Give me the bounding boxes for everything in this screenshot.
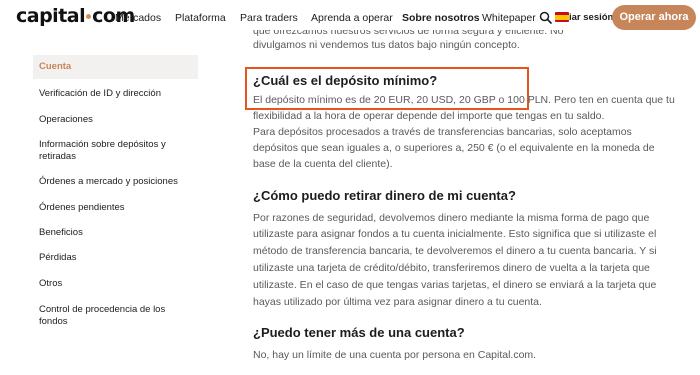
question-mas-de-una-cuenta: ¿Puedo tener más de una cuenta? xyxy=(253,325,465,340)
operar-ahora-button[interactable]: Operar ahora xyxy=(612,5,696,30)
withdraw-line-1: Por razones de seguridad, devolvemos din… xyxy=(253,212,650,224)
sidebar-item-perdidas[interactable]: Pérdidas xyxy=(33,252,83,264)
answer-line-1-rest: Pero ten en cuenta que tu xyxy=(551,94,675,106)
sidebar-item-ordenes-pendientes[interactable]: Órdenes pendientes xyxy=(33,202,131,214)
logo-dot xyxy=(86,14,92,19)
sidebar-item-otros[interactable]: Otros xyxy=(33,278,68,290)
minimum-deposit-highlight: El depósito mínimo es de 20 EUR, 20 USD,… xyxy=(253,94,552,106)
login-link[interactable]: iar sesión xyxy=(569,12,613,23)
sidebar-item-operaciones[interactable]: Operaciones xyxy=(33,114,99,126)
withdraw-line-2: utilizaste para asignar fondos a tu cuen… xyxy=(253,228,657,240)
withdraw-line-6: hayas utilizado por última vez para asig… xyxy=(253,296,542,308)
nav-whitepaper[interactable]: Whitepaper xyxy=(482,12,536,24)
sidebar-item-control-line1[interactable]: Control de procedencia de los xyxy=(33,304,171,316)
sidebar-item-depositos-line2[interactable]: retiradas xyxy=(33,151,82,163)
nav-aprenda-a-operar[interactable]: Aprenda a operar xyxy=(311,12,393,24)
search-icon[interactable] xyxy=(539,11,552,24)
sidebar-item-control-line2[interactable]: fondos xyxy=(33,316,74,328)
question-retirar-dinero: ¿Cómo puedo retirar dinero de mi cuenta? xyxy=(253,188,516,203)
question-deposito-minimo: ¿Cuál es el depósito mínimo? xyxy=(253,73,438,88)
intro-line-2: divulgamos ni vendemos tus datos bajo ni… xyxy=(253,39,520,51)
sidebar-item-verificacion[interactable]: Verificación de ID y dirección xyxy=(33,88,167,100)
withdraw-line-4: utilizaste una tarjeta de crédito/débito… xyxy=(253,262,650,274)
answer-line-3: Para depósitos procesados a través de tr… xyxy=(253,126,632,138)
answer-line-4: depósitos que sean iguales a, o superior… xyxy=(253,142,655,154)
answer-line-1: El depósito mínimo es de 20 EUR, 20 USD,… xyxy=(253,93,675,109)
logo-text: capital xyxy=(16,5,86,27)
nav-mercados[interactable]: Mercados xyxy=(115,12,161,24)
spain-flag-icon[interactable] xyxy=(555,12,569,22)
sidebar-item-beneficios[interactable]: Beneficios xyxy=(33,227,89,239)
withdraw-line-5: utilizaste. En el caso de que tengas var… xyxy=(253,279,657,291)
accounts-line-1: No, hay un límite de una cuenta por pers… xyxy=(253,349,537,361)
nav-para-traders[interactable]: Para traders xyxy=(240,12,298,24)
answer-line-5: base de la cuenta del cliente). xyxy=(253,158,393,170)
sidebar-item-depositos-line1[interactable]: Información sobre depósitos y xyxy=(33,139,172,151)
nav-sobre-nosotros[interactable]: Sobre nosotros xyxy=(402,12,480,24)
withdraw-line-3: método de transferencia bancaria, te dev… xyxy=(253,245,657,257)
nav-plataforma[interactable]: Plataforma xyxy=(175,12,226,24)
sidebar-item-ordenes-mercado[interactable]: Órdenes a mercado y posiciones xyxy=(33,176,184,188)
sidebar-item-cuenta[interactable]: Cuenta xyxy=(33,55,198,79)
answer-line-2: flexibilidad a la hora de operar depende… xyxy=(253,110,605,122)
